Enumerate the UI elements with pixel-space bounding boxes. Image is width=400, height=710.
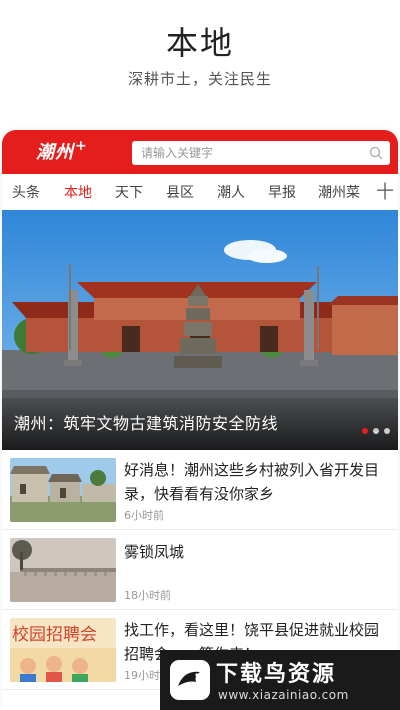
tab-chaozhou-cuisine[interactable]: 潮州菜	[318, 182, 360, 202]
tab-morning-news[interactable]: 早报	[268, 182, 296, 202]
banner-title[interactable]: 潮州：筑牢文物古建筑消防安全防线	[14, 410, 278, 434]
news-thumbnail: 校园招聘会	[10, 618, 116, 682]
banner-carousel[interactable]: 潮州：筑牢文物古建筑消防安全防线	[2, 210, 398, 450]
tab-county[interactable]: 县区	[166, 182, 194, 202]
site-watermark: 下载鸟资源 www.xiazainiao.com	[160, 650, 400, 710]
news-title: 雾锁凤城	[124, 543, 185, 561]
news-item[interactable]: 雾锁凤城 18小时前	[2, 530, 398, 610]
carousel-dot[interactable]	[384, 428, 390, 434]
news-title: 好消息！潮州这些乡村被列入省开发目录，快看看有没你家乡	[124, 461, 380, 503]
watermark-title: 下载鸟资源	[216, 662, 337, 687]
news-time: 18小时前	[124, 589, 171, 602]
tab-world[interactable]: 天下	[115, 182, 143, 202]
search-box[interactable]	[132, 141, 390, 165]
add-channel-button[interactable]: 十	[376, 178, 394, 204]
news-item[interactable]: 好消息！潮州这些乡村被列入省开发目录，快看看有没你家乡 6小时前	[2, 450, 398, 530]
news-time: 6小时前	[124, 509, 164, 522]
promo-title: 本地	[165, 24, 234, 62]
app-logo[interactable]: 潮州+	[36, 138, 88, 166]
tab-chaozhou-people[interactable]: 潮人	[217, 182, 245, 202]
carousel-dot[interactable]	[362, 428, 368, 434]
carousel-indicator	[357, 419, 390, 438]
carousel-dot[interactable]	[373, 428, 379, 434]
news-thumbnail	[10, 458, 116, 522]
tab-local[interactable]: 本地	[64, 182, 92, 202]
bird-logo-icon	[170, 660, 210, 700]
app-logo-text: 潮州	[36, 142, 74, 163]
promo-subtitle: 深耕市土，关注民生	[127, 70, 272, 88]
thumb-text: 校园招聘会	[12, 625, 97, 645]
news-thumbnail	[10, 538, 116, 602]
app-header: 潮州+	[2, 130, 398, 174]
app-logo-plus: +	[75, 138, 88, 154]
watermark-url: www.xiazainiao.com	[218, 688, 349, 702]
app-screen: 潮州+ 头条 本地 天下 县区 潮人 早报 潮州菜 十	[2, 130, 398, 710]
search-icon[interactable]	[369, 146, 383, 160]
channel-tabs: 头条 本地 天下 县区 潮人 早报 潮州菜 十	[2, 174, 398, 210]
tab-headlines[interactable]: 头条	[12, 182, 40, 202]
search-input[interactable]	[132, 141, 362, 165]
